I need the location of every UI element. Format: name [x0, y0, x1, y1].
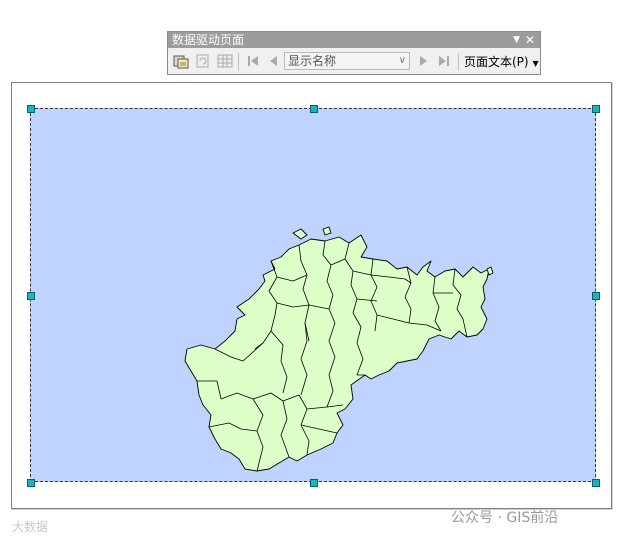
table-icon[interactable]	[217, 53, 233, 69]
dropdown-icon: ▼	[532, 59, 539, 68]
resize-handle-left[interactable]	[27, 292, 35, 300]
watermark-left: 大数据	[12, 520, 49, 534]
first-page-icon[interactable]	[245, 53, 261, 69]
toolbar-controls: 显示名称 ∨ 页面文本(P) ▼	[168, 50, 540, 74]
last-page-icon[interactable]	[436, 53, 452, 69]
resize-handle-top-left[interactable]	[27, 105, 35, 113]
resize-handle-bottom-left[interactable]	[27, 479, 35, 487]
toolbar-options-icon[interactable]: ▼	[513, 32, 520, 48]
separator	[458, 53, 459, 71]
chevron-down-icon[interactable]: ∨	[399, 53, 406, 69]
land-outline	[184, 234, 490, 472]
setup-icon[interactable]	[173, 53, 189, 69]
refresh-icon[interactable]	[195, 53, 211, 69]
map-view	[184, 226, 494, 472]
data-frame[interactable]	[30, 108, 596, 482]
resize-handle-top[interactable]	[310, 105, 318, 113]
close-icon[interactable]: ✕	[525, 32, 535, 48]
resize-handle-bottom[interactable]	[310, 479, 318, 487]
combo-value: 显示名称	[288, 54, 337, 68]
separator	[238, 53, 239, 71]
resize-handle-bottom-right[interactable]	[592, 479, 600, 487]
page-name-combobox[interactable]: 显示名称 ∨	[284, 52, 410, 70]
previous-page-icon[interactable]	[265, 53, 281, 69]
resize-handle-top-right[interactable]	[592, 105, 600, 113]
next-page-icon[interactable]	[416, 53, 432, 69]
watermark-right: 公众号 · GIS前沿	[451, 510, 559, 526]
island	[292, 228, 308, 240]
toolbar-titlebar[interactable]: 数据驱动页面 ▼ ✕	[168, 32, 540, 48]
island	[322, 226, 332, 236]
toolbar-title: 数据驱动页面	[172, 33, 245, 47]
page-text-menu[interactable]: 页面文本(P) ▼	[464, 53, 539, 70]
page-text-label: 页面文本(P)	[464, 55, 529, 69]
resize-handle-right[interactable]	[592, 292, 600, 300]
data-driven-pages-toolbar: 数据驱动页面 ▼ ✕ 显示名称 ∨ 页面文本(P) ▼	[167, 31, 541, 75]
